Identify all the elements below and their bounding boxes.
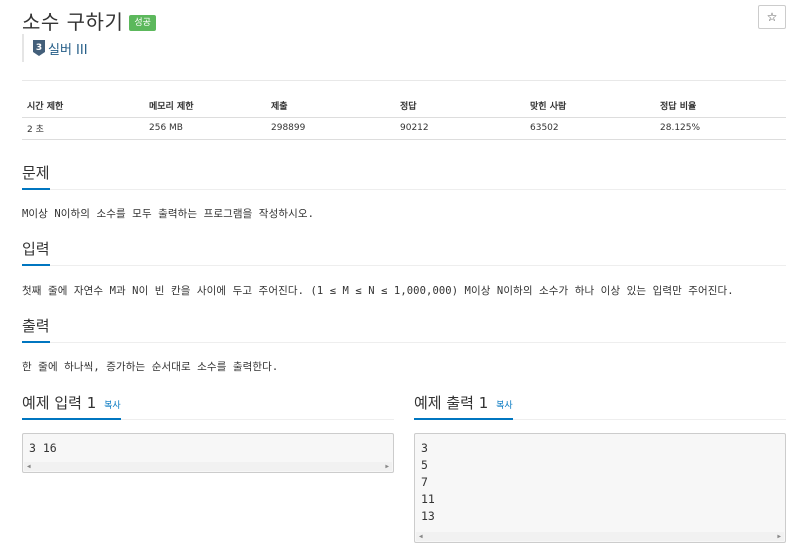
copy-input-button[interactable]: 복사 [104,401,121,411]
table-header: 시간 제한 [22,95,144,118]
scroll-left-icon[interactable]: ◀ [419,533,423,540]
table-header: 맞힌 사람 [525,95,655,118]
sample-input-heading-wrap: 예제 입력 1 복사 [22,392,121,420]
problem-title: 소수 구하기 [22,10,124,34]
star-icon: ☆ [766,10,778,24]
scroll-left-icon[interactable]: ◀ [27,463,31,470]
sample-input-line: 3 16 [29,441,57,455]
input-section-header: 입력 [22,238,786,266]
table-cell: 28.125% [655,117,786,140]
sample-output-heading: 예제 출력 1 [414,394,489,412]
table-header: 메모리 제한 [144,95,266,118]
table-header: 정답 비율 [655,95,786,118]
output-description: 한 줄에 하나씩, 증가하는 순서대로 소수를 출력한다. [22,361,279,373]
sample-output-box[interactable]: 3 5 7 11 13 ◀ ▶ [414,433,786,543]
output-heading: 출력 [22,315,50,343]
output-section-header: 출력 [22,315,786,343]
scroll-right-icon[interactable]: ▶ [777,533,781,540]
star-button[interactable]: ☆ [758,5,786,29]
problem-description: M이상 N이하의 소수를 모두 출력하는 프로그램을 작성하시오. [22,208,315,220]
table-cell: 256 MB [144,117,266,140]
horizontal-scrollbar[interactable]: ◀ ▶ [416,532,784,541]
horizontal-scrollbar[interactable]: ◀ ▶ [24,462,392,471]
table-row: 2 초 256 MB 298899 90212 63502 28.125% [22,117,786,140]
divider [22,80,786,81]
table-header: 제출 [266,95,395,118]
problem-heading: 문제 [22,162,50,190]
table-header-row: 시간 제한 메모리 제한 제출 정답 맞힌 사람 정답 비율 [22,95,786,118]
copy-output-button[interactable]: 복사 [496,401,513,411]
table-cell: 63502 [525,117,655,140]
sample-output-heading-wrap: 예제 출력 1 복사 [414,392,513,420]
tier-box: 3 실버 III [22,34,88,62]
result-badge: 성공 [129,14,156,31]
sample-output-line: 11 [421,492,435,506]
tier-number: 3 [36,43,42,53]
sample-output-header: 예제 출력 1 복사 [414,392,786,420]
sample-output-line: 7 [421,475,428,489]
problem-section-header: 문제 [22,162,786,190]
tier-label[interactable]: 실버 III [48,39,88,58]
problem-title-row: 소수 구하기 성공 [22,6,156,35]
table-cell: 2 초 [22,117,144,140]
sample-input-box[interactable]: 3 16 ◀ ▶ [22,433,394,473]
sample-input-heading: 예제 입력 1 [22,394,97,412]
table-header: 정답 [395,95,525,118]
table-cell: 298899 [266,117,395,140]
sample-input-header: 예제 입력 1 복사 [22,392,394,420]
sample-output-line: 3 [421,441,428,455]
sample-output-line: 5 [421,458,428,472]
input-heading: 입력 [22,238,50,266]
problem-info-table: 시간 제한 메모리 제한 제출 정답 맞힌 사람 정답 비율 2 초 256 M… [22,95,786,140]
tier-badge-icon: 3 [33,40,45,56]
input-description: 첫째 줄에 자연수 M과 N이 빈 칸을 사이에 두고 주어진다. (1 ≤ M… [22,285,734,297]
sample-output-line: 13 [421,509,435,523]
table-cell: 90212 [395,117,525,140]
scroll-right-icon[interactable]: ▶ [385,463,389,470]
